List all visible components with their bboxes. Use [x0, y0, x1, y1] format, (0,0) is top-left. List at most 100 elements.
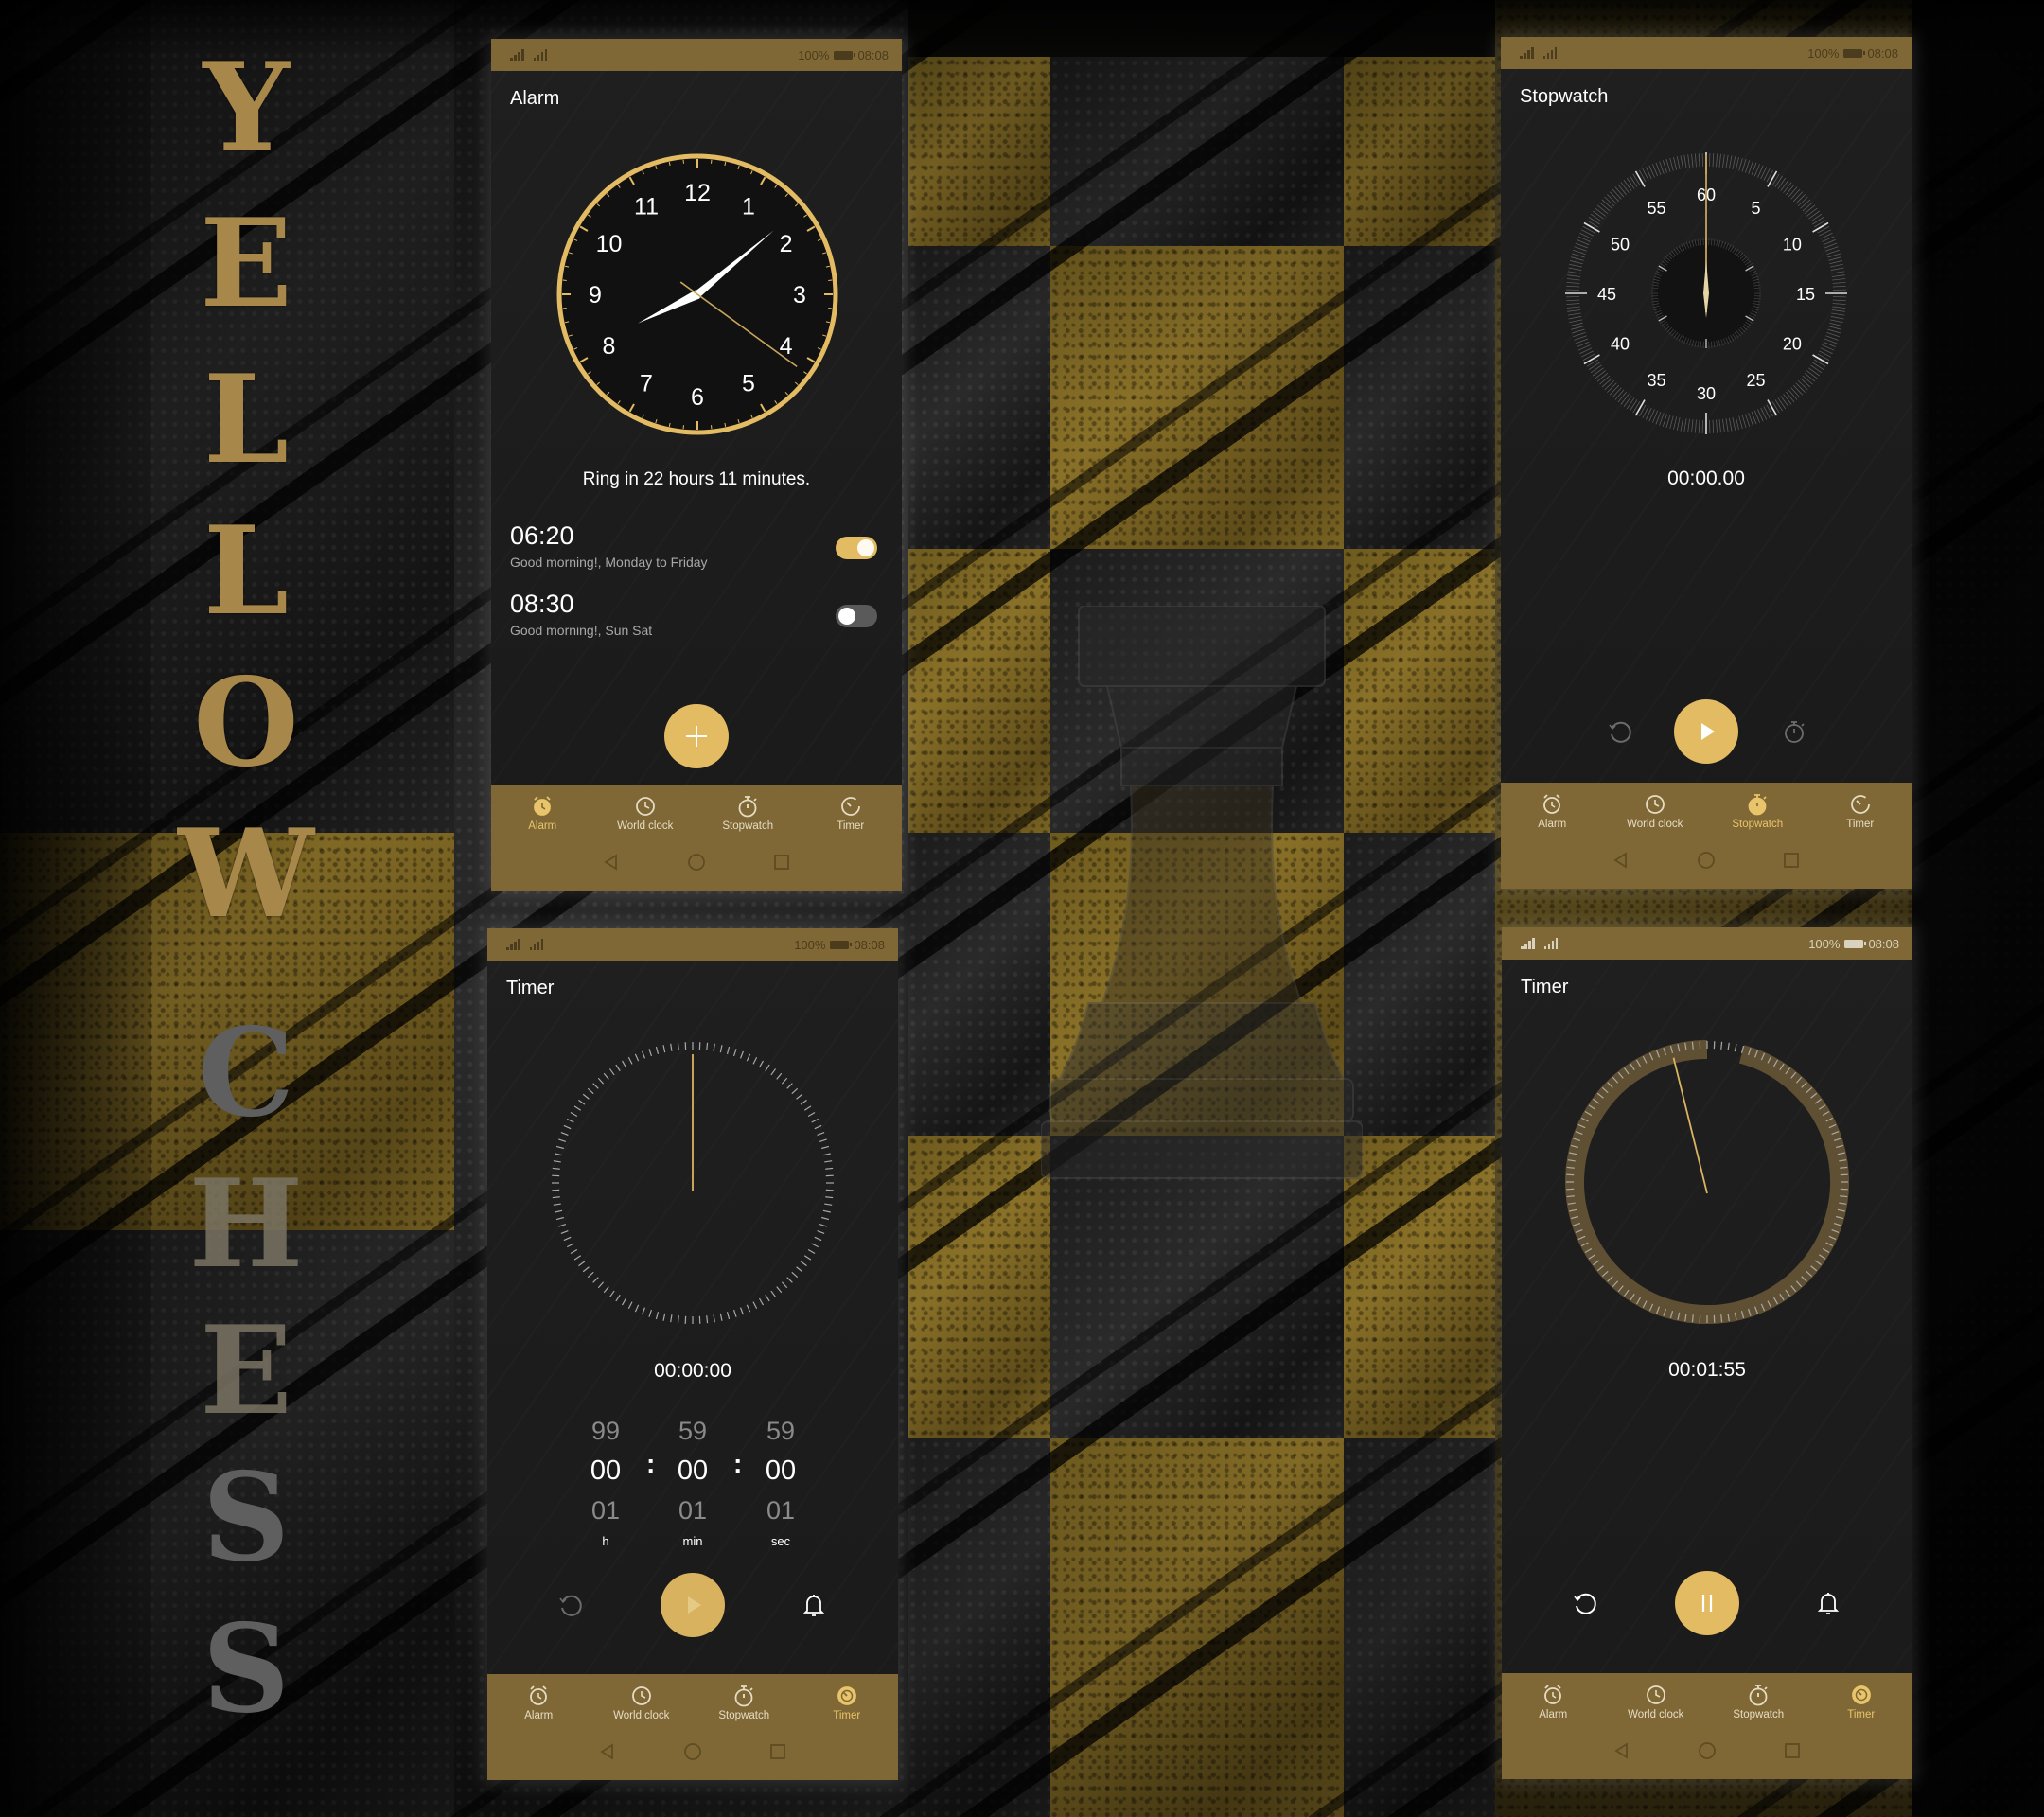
timer-tick: [817, 1229, 825, 1234]
reset-button[interactable]: [1570, 1589, 1598, 1617]
home-button[interactable]: [682, 1741, 703, 1762]
dial-tick: [1828, 256, 1842, 261]
recents-button[interactable]: [767, 1741, 788, 1762]
start-button[interactable]: [1674, 699, 1738, 764]
home-button[interactable]: [1697, 1740, 1718, 1761]
tab-world-clock[interactable]: World clock: [1604, 792, 1707, 841]
dial-tick: [1829, 260, 1843, 265]
reset-button[interactable]: [1605, 717, 1633, 746]
dial-number: 5: [1751, 199, 1760, 218]
recents-button[interactable]: [1781, 850, 1802, 871]
ringtone-button[interactable]: [1814, 1589, 1842, 1617]
tab-stopwatch[interactable]: Stopwatch: [1706, 792, 1809, 841]
tab-world-clock[interactable]: World clock: [1605, 1683, 1708, 1732]
timer-tick: [814, 1124, 822, 1130]
dial-tick: [1566, 306, 1580, 309]
dial-tick: [1596, 204, 1609, 214]
dial-tick: [1735, 416, 1739, 431]
back-button[interactable]: [1612, 1740, 1632, 1761]
alarm-item[interactable]: 08:30 Good morning!, Sun Sat: [510, 590, 883, 648]
alarm-toggle[interactable]: [836, 537, 877, 559]
lap-button[interactable]: [1780, 717, 1808, 746]
timer-tick: [566, 1118, 574, 1123]
dial-tick: [1574, 335, 1587, 341]
timer-tick: [825, 1196, 834, 1199]
seconds-picker[interactable]: 59 00 01 sec: [748, 1411, 814, 1548]
tab-stopwatch[interactable]: Stopwatch: [693, 1684, 796, 1733]
minutes-picker[interactable]: 59 00 01 min: [660, 1411, 726, 1548]
clock-number: 8: [603, 333, 616, 360]
tab-label: Stopwatch: [722, 820, 774, 832]
title-letter: L: [203, 349, 289, 491]
back-button[interactable]: [1611, 850, 1631, 871]
tab-alarm[interactable]: Alarm: [1501, 792, 1604, 841]
picker-prev: 99: [590, 1417, 621, 1445]
dial-tick: [1810, 213, 1823, 222]
timer-tick: [553, 1203, 561, 1206]
dial-tick: [1780, 396, 1789, 407]
dial-tick: [1797, 196, 1808, 207]
timer-setup-screen: 100% 08:08 Timer 00:00:00 99 00 01 h : 5…: [487, 928, 898, 1780]
recents-button[interactable]: [1782, 1740, 1803, 1761]
timer-tick: [739, 1050, 744, 1059]
pause-button[interactable]: [1675, 1571, 1739, 1635]
dial-tick: [1777, 177, 1787, 189]
hours-picker[interactable]: 99 00 01 h: [573, 1411, 639, 1548]
dial-tick: [1567, 271, 1581, 274]
tab-world-clock[interactable]: World clock: [590, 1684, 694, 1733]
dial-tick: [1569, 260, 1583, 265]
tab-label: Stopwatch: [1733, 1709, 1785, 1720]
recents-button[interactable]: [771, 852, 792, 873]
tab-timer[interactable]: Timer: [1810, 1683, 1913, 1732]
battery-icon: [1844, 939, 1867, 948]
dial-tick: [1748, 161, 1753, 174]
dial-tick: [1738, 415, 1743, 430]
clock-number: 6: [691, 384, 704, 411]
alarm-toggle[interactable]: [836, 605, 877, 627]
dial-major-tick: [1767, 399, 1778, 416]
back-button[interactable]: [597, 1741, 618, 1762]
tab-timer[interactable]: Timer: [1809, 792, 1912, 841]
tab-timer[interactable]: Timer: [800, 794, 903, 843]
tab-stopwatch[interactable]: Stopwatch: [696, 794, 800, 843]
ringtone-button[interactable]: [800, 1591, 828, 1619]
page-title: Timer: [506, 978, 555, 998]
dial-tick: [1741, 158, 1747, 172]
timer-tick: [563, 1124, 572, 1130]
home-button[interactable]: [1696, 850, 1717, 871]
tab-alarm[interactable]: Alarm: [1502, 1683, 1605, 1732]
timer-tick: [603, 1072, 609, 1080]
start-button[interactable]: [661, 1573, 725, 1637]
timer-tick: [587, 1271, 594, 1279]
battery-percent: 100%: [1807, 45, 1840, 61]
dial-tick: [1810, 364, 1823, 374]
timer-tick: [555, 1209, 563, 1213]
timer-tick: [578, 1099, 586, 1105]
dial-tick: [1604, 196, 1615, 207]
dial-tick: [1725, 418, 1729, 432]
dial-tick: [1829, 322, 1843, 326]
status-time: 08:08: [1868, 936, 1899, 951]
timer-tick: [570, 1111, 578, 1118]
dial-tick: [1829, 319, 1843, 324]
tab-alarm[interactable]: Alarm: [487, 1684, 590, 1733]
picker-unit: sec: [770, 1534, 791, 1548]
timer-tick: [796, 1266, 803, 1273]
dial-tick: [1795, 194, 1806, 204]
home-button[interactable]: [686, 852, 707, 873]
tab-world-clock[interactable]: World clock: [594, 794, 697, 843]
alarm-item[interactable]: 06:20 Good morning!, Monday to Friday: [510, 521, 883, 580]
dial-tick: [1800, 199, 1811, 209]
tab-alarm[interactable]: Alarm: [491, 794, 594, 843]
timer-tick: [1691, 1314, 1694, 1323]
back-button[interactable]: [601, 852, 622, 873]
add-alarm-button[interactable]: [664, 704, 729, 768]
timer-tick: [811, 1243, 819, 1248]
timer-tick: [746, 1053, 751, 1062]
battery-percent: 100%: [1808, 936, 1841, 951]
tab-stopwatch[interactable]: Stopwatch: [1707, 1683, 1810, 1732]
reset-button[interactable]: [555, 1591, 584, 1619]
dial-major-tick: [1634, 170, 1646, 187]
timer-tick: [621, 1060, 627, 1068]
tab-timer[interactable]: Timer: [796, 1684, 899, 1733]
